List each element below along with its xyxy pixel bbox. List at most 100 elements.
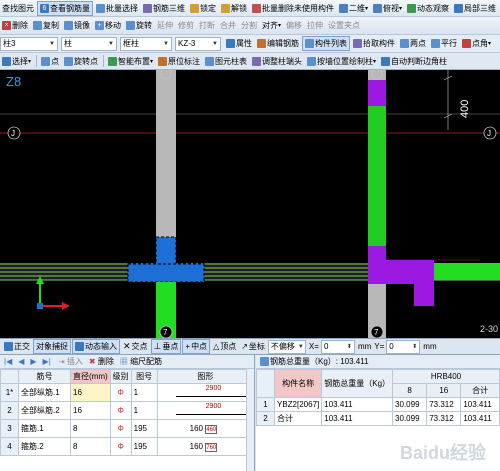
category-select[interactable]: 柱 ▼: [61, 36, 117, 51]
delete-row-button[interactable]: ✖ 删除: [89, 356, 114, 367]
draw-by-wall-button[interactable]: 按墙位置绘制柱 ▾: [305, 54, 378, 69]
top-view-dropdown[interactable]: 俯视 ▾: [371, 1, 404, 16]
rotate-point-icon: [64, 56, 74, 66]
shape-cell: 2900: [156, 383, 255, 402]
col-header-shape: 图形: [156, 369, 255, 384]
split-button[interactable]: 分割: [239, 18, 259, 33]
floor-select[interactable]: 柱3 ▼: [0, 36, 58, 51]
offset-button[interactable]: 偏移: [284, 18, 304, 33]
column-green: [368, 106, 386, 246]
set-grip-button[interactable]: 设置夹点: [326, 18, 362, 33]
annotation-icon: [158, 56, 168, 66]
delete-button[interactable]: × 删除: [0, 18, 30, 33]
x-input[interactable]: 0 ⬍: [320, 339, 355, 354]
break-button[interactable]: 打断: [197, 18, 217, 33]
batch-select-button[interactable]: 批量选择: [94, 1, 140, 16]
drawing-canvas[interactable]: 400 J J Z8 7 7 2-30: [0, 70, 500, 338]
rebar-table: 筋号 直径(mm) 级别 图号 图形 1* 全部纵筋.1 16 Φ 1 2900…: [0, 369, 255, 456]
rotate-point-button[interactable]: 旋转点: [62, 54, 100, 69]
view-rebar-qty-button[interactable]: 6 查看钢筋量: [37, 0, 93, 16]
table-row[interactable]: 2 合计 103.411 30.099 73.312 103.411: [256, 411, 500, 426]
select-button[interactable]: 选择 ▾: [0, 54, 33, 69]
shape-cell: 160 460: [156, 419, 255, 438]
component-toolbar: 柱3 ▼ 柱 ▼ 框柱 ▼ KZ-3 ▼ 属性 编辑钢筋 构件列表 拾取构件 两点 平行…: [0, 35, 500, 53]
properties-button[interactable]: 属性: [224, 36, 254, 51]
spinner-icon: ⬍: [412, 344, 418, 350]
ortho-toggle[interactable]: 正交: [2, 339, 32, 354]
table-icon: [205, 56, 215, 66]
unlock-button[interactable]: 解锁: [219, 1, 249, 16]
in-place-annotation-button[interactable]: 原位标注: [156, 54, 202, 69]
table-row[interactable]: 3 箍筋.1 8 Φ 195 160 460: [0, 419, 255, 438]
merge-button[interactable]: 合并: [218, 18, 238, 33]
local-3d-icon: [454, 3, 464, 13]
align-dropdown[interactable]: 对齐 ▾: [260, 18, 283, 33]
parallel-icon: [431, 39, 440, 48]
trim-button[interactable]: 修剪: [176, 18, 196, 33]
nav-prev-icon[interactable]: ◀: [18, 357, 24, 366]
perpendicular-snap[interactable]: ⊥ 垂点: [150, 339, 182, 354]
component-list-button[interactable]: 构件列表: [302, 36, 350, 51]
element-column-table-button[interactable]: 图元柱表: [203, 54, 249, 69]
vertical-scrollbar[interactable]: [246, 369, 254, 471]
rebar-3d-button[interactable]: 钢筋三维: [141, 1, 187, 16]
smart-layout-icon: [108, 56, 118, 66]
batch-delete-unused-button[interactable]: 批量删除未使用构件: [250, 1, 336, 16]
smart-layout-dropdown[interactable]: 智能布置 ▾: [106, 54, 155, 69]
auto-corner-column-button[interactable]: 自动判断边角柱: [379, 54, 449, 69]
stirrup-shape-icon: 460: [205, 424, 218, 434]
rotate-button[interactable]: 旋转: [124, 18, 154, 33]
intersection-snap[interactable]: ✕ 交点: [121, 339, 150, 354]
stretch-button[interactable]: 拉伸: [305, 18, 325, 33]
point-button[interactable]: 点: [39, 54, 61, 69]
move-button[interactable]: + 移动: [93, 18, 123, 33]
y-input[interactable]: 0 ⬍: [386, 339, 421, 354]
pick-component-button[interactable]: 拾取构件: [351, 36, 397, 51]
midpoint-snap[interactable]: + 中点: [182, 339, 211, 354]
mirror-button[interactable]: 镜像: [62, 18, 92, 33]
table-row[interactable]: 1* 全部纵筋.1 16 Φ 1 2900: [0, 383, 255, 402]
auto-corner-icon: [381, 56, 391, 66]
chevron-down-icon: ▼: [108, 40, 114, 47]
edit-rebar-button[interactable]: 编辑钢筋: [255, 36, 301, 51]
two-points-button[interactable]: 两点: [398, 36, 428, 51]
list-icon: [305, 39, 314, 48]
find-element-button[interactable]: 查找图元: [0, 1, 36, 16]
column-purple: [414, 284, 434, 306]
table-row[interactable]: 2 全部纵筋.2 16 Φ 1 2900: [0, 401, 255, 420]
parallel-button[interactable]: 平行: [429, 36, 459, 51]
component-select[interactable]: KZ-3 ▼: [175, 36, 221, 51]
copy-icon: [33, 21, 42, 30]
point-angle-button[interactable]: 点角 ▾: [460, 36, 493, 51]
dynamic-input-toggle[interactable]: 动态输入: [72, 339, 120, 354]
object-snap-toggle[interactable]: 对象捕捉: [33, 339, 71, 354]
move-icon: +: [95, 21, 104, 30]
top-view-icon: [373, 3, 383, 13]
dynamic-observe-button[interactable]: 动态观察: [405, 1, 451, 16]
axis-label-right: J: [487, 129, 491, 138]
view-2d-dropdown[interactable]: 二维 ▾: [337, 1, 370, 16]
snap-toolbar: 正交 对象捕捉 动态输入 ✕ 交点 ⊥ 垂点 + 中点 △ 顶点 ↗ 坐标 不偏移 ▼ X=…: [0, 338, 500, 355]
vertex-snap[interactable]: △ 顶点: [211, 339, 238, 354]
x-label: X=: [308, 342, 319, 351]
rebar-panel-toolbar: |◀ ◀ ▶ ▶| ⇥ 插入 ✖ 删除 ▦ 缩尺配筋: [0, 355, 254, 369]
adjust-column-end-button[interactable]: 调整柱端头: [250, 54, 304, 69]
lock-button[interactable]: 锁定: [188, 1, 218, 16]
coordinate-snap[interactable]: ↗ 坐标: [239, 339, 267, 354]
subtype-select[interactable]: 框柱 ▼: [120, 36, 172, 51]
scale-rebar-button[interactable]: ▦ 缩尺配筋: [120, 356, 162, 367]
nav-first-icon[interactable]: |◀: [4, 357, 12, 366]
table-row[interactable]: 1 YBZ2[2067] 103.411 30.099 73.312 103.4…: [256, 397, 500, 412]
column-purple: [368, 246, 386, 284]
point-angle-icon: [462, 39, 471, 48]
chevron-down-icon: ▼: [49, 40, 55, 47]
offset-mode-select[interactable]: 不偏移 ▼: [267, 339, 306, 354]
rotate-icon: [126, 21, 135, 30]
table-row[interactable]: 4 箍筋.2 8 Φ 195 160 760: [0, 437, 255, 456]
extend-button[interactable]: 延伸: [155, 18, 175, 33]
local-3d-button[interactable]: 局部三维: [452, 1, 498, 16]
copy-button[interactable]: 复制: [31, 18, 61, 33]
nav-last-icon[interactable]: ▶|: [43, 357, 51, 366]
insert-button[interactable]: ⇥ 插入: [59, 356, 83, 367]
nav-next-icon[interactable]: ▶: [30, 357, 36, 366]
